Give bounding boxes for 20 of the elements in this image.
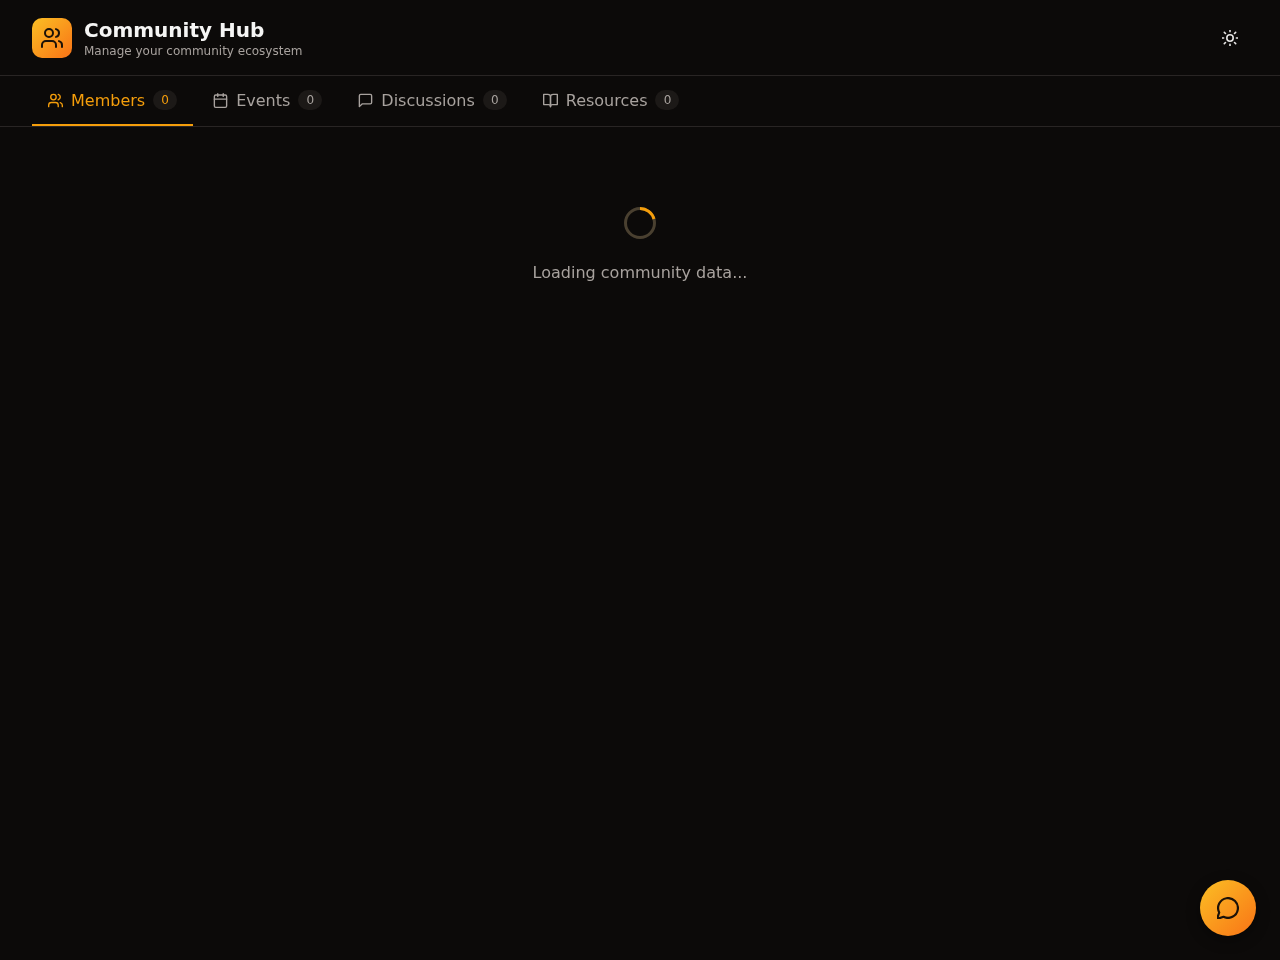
speech-bubble-icon	[1217, 897, 1239, 919]
tab[interactable]: Events 0	[197, 76, 339, 126]
loading-message: Loading community data...	[532, 262, 748, 284]
sun-icon	[1222, 29, 1238, 46]
loading-spinner-icon	[624, 207, 656, 239]
count-badge: 0	[298, 90, 323, 110]
count-badge: 0	[153, 90, 178, 110]
calendar-icon	[213, 92, 229, 108]
users-icon	[48, 92, 63, 108]
tab[interactable]: Resources 0	[526, 76, 696, 126]
open-book-icon	[542, 92, 558, 108]
count-badge: 0	[655, 90, 680, 110]
count-badge: 0	[482, 90, 507, 110]
users-logo-icon	[32, 17, 72, 58]
app-title: Community Hub	[84, 16, 265, 43]
tab[interactable]: Discussions 0	[342, 76, 523, 126]
app-subtitle: Manage your community ecosystem	[84, 42, 303, 59]
chat-button[interactable]	[1200, 880, 1256, 936]
tab[interactable]: Members 0	[32, 76, 194, 126]
speech-bubble-icon	[358, 92, 374, 108]
